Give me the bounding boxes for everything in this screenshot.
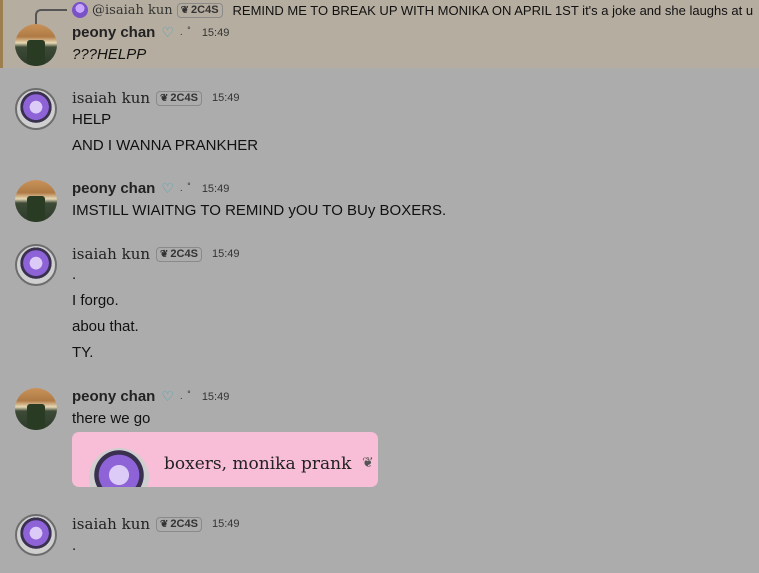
- timestamp: 15:49: [211, 248, 240, 260]
- message-header: isaiah kun ❦ 2C4S 15:49: [72, 515, 239, 533]
- message-header: peony chan ♡ . ˚ 15:49: [72, 388, 229, 405]
- timestamp: 15:49: [201, 390, 230, 403]
- leaf-icon: ❦: [160, 518, 169, 530]
- message-text: .: [72, 266, 77, 283]
- username[interactable]: peony chan: [72, 24, 155, 41]
- avatar[interactable]: [15, 388, 57, 430]
- message-header: isaiah kun ❦ 2C4S 15:49: [72, 89, 239, 107]
- username[interactable]: isaiah kun: [72, 245, 150, 263]
- message-text: AND I WANNA PRANKHER: [72, 137, 259, 154]
- message-header: isaiah kun ❦ 2C4S 15:49: [72, 245, 239, 263]
- embed-text: boxers, monika prank: [164, 454, 352, 474]
- timestamp: 15:49: [211, 92, 240, 104]
- timestamp: 15:49: [201, 182, 230, 195]
- message-header: peony chan ♡ . ˚ 15:49: [72, 180, 229, 197]
- avatar[interactable]: [15, 514, 57, 556]
- badge-decoration: . ˚: [179, 391, 192, 402]
- message-text: TY.: [72, 344, 94, 361]
- reply-text: REMIND ME TO BREAK UP WITH MONIKA ON APR…: [232, 2, 754, 18]
- username[interactable]: isaiah kun: [72, 89, 150, 107]
- message-header: peony chan ♡ . ˚ 15:49: [72, 24, 229, 41]
- reply-author[interactable]: @isaiah kun: [92, 3, 173, 18]
- leaf-icon: ❦: [362, 454, 374, 470]
- server-tag: ❦ 2C4S: [156, 516, 202, 532]
- server-tag: ❦ 2C4S: [156, 246, 202, 262]
- badge-decoration: . ˚: [179, 27, 192, 38]
- reply-connector: [35, 9, 67, 25]
- reply-avatar: [72, 2, 88, 18]
- embed-card[interactable]: boxers, monika prank ❦: [72, 432, 378, 487]
- timestamp: 15:49: [201, 26, 230, 39]
- message-text: IMSTILL WIAITNG TO REMIND yOU TO BUy BOX…: [72, 202, 447, 219]
- timestamp: 15:49: [211, 518, 240, 530]
- avatar[interactable]: [15, 24, 57, 66]
- username[interactable]: peony chan: [72, 388, 155, 405]
- embed-avatar: [89, 448, 149, 487]
- message-text: there we go: [72, 410, 151, 427]
- message-text: ???HELPP: [72, 46, 147, 63]
- leaf-icon: ❦: [160, 92, 169, 104]
- reply-preview[interactable]: @isaiah kun ❦ 2C4S REMIND ME TO BREAK UP …: [72, 1, 753, 19]
- avatar[interactable]: [15, 244, 57, 286]
- heart-badge-icon: ♡: [161, 24, 174, 40]
- message-text: HELP: [72, 111, 112, 128]
- badge-decoration: . ˚: [179, 183, 192, 194]
- message-text: I forgo.: [72, 292, 119, 309]
- heart-badge-icon: ♡: [161, 180, 174, 196]
- message-text: .: [72, 537, 77, 554]
- leaf-icon: ❦: [180, 4, 190, 16]
- username[interactable]: isaiah kun: [72, 515, 150, 533]
- leaf-icon: ❦: [160, 248, 169, 260]
- reply-server-tag: ❦ 2C4S: [176, 2, 223, 18]
- avatar[interactable]: [15, 180, 57, 222]
- server-tag: ❦ 2C4S: [156, 90, 202, 106]
- username[interactable]: peony chan: [72, 180, 155, 197]
- avatar[interactable]: [15, 88, 57, 130]
- heart-badge-icon: ♡: [161, 388, 174, 404]
- message-text: abou that.: [72, 318, 139, 335]
